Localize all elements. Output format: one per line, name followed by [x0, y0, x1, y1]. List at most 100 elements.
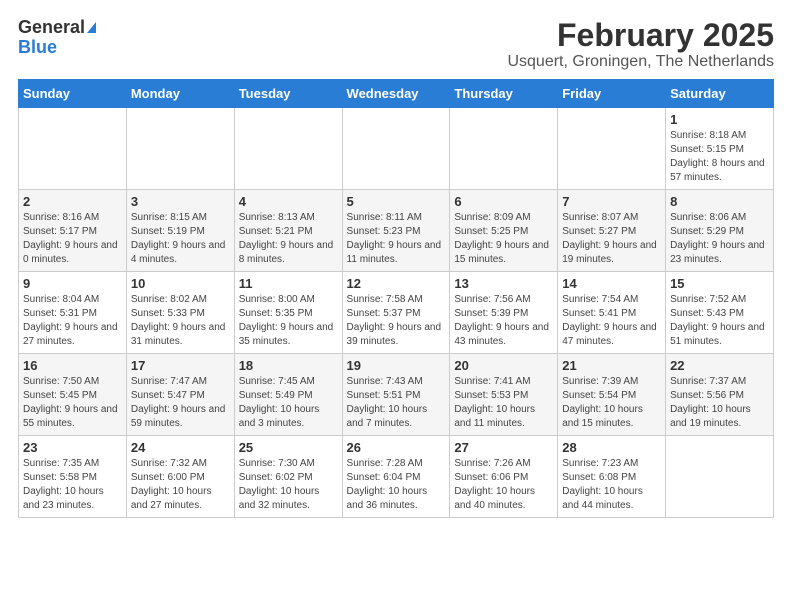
calendar-cell: 10 Sunrise: 8:02 AMSunset: 5:33 PMDayligh…: [126, 272, 234, 354]
day-number: 3: [131, 194, 230, 209]
subtitle: Usquert, Groningen, The Netherlands: [507, 53, 774, 71]
calendar-cell: 25 Sunrise: 7:30 AMSunset: 6:02 PMDayligh…: [234, 436, 342, 518]
col-tuesday: Tuesday: [234, 80, 342, 108]
day-number: 22: [670, 358, 769, 373]
header: General Blue February 2025 Usquert, Gron…: [18, 18, 774, 71]
col-sunday: Sunday: [19, 80, 127, 108]
day-info: Sunrise: 7:41 AMSunset: 5:53 PMDaylight:…: [454, 375, 553, 431]
day-info: Sunrise: 7:30 AMSunset: 6:02 PMDaylight:…: [239, 457, 338, 513]
title-block: February 2025 Usquert, Groningen, The Ne…: [507, 18, 774, 71]
calendar-week-3: 9 Sunrise: 8:04 AMSunset: 5:31 PMDaylight…: [19, 272, 774, 354]
day-number: 26: [347, 440, 446, 455]
day-info: Sunrise: 7:47 AMSunset: 5:47 PMDaylight:…: [131, 375, 230, 431]
day-number: 7: [562, 194, 661, 209]
header-row: Sunday Monday Tuesday Wednesday Thursday…: [19, 80, 774, 108]
day-info: Sunrise: 8:04 AMSunset: 5:31 PMDaylight:…: [23, 293, 122, 349]
day-info: Sunrise: 7:35 AMSunset: 5:58 PMDaylight:…: [23, 457, 122, 513]
day-number: 24: [131, 440, 230, 455]
calendar-cell: [342, 108, 450, 190]
col-saturday: Saturday: [666, 80, 774, 108]
calendar-cell: 3 Sunrise: 8:15 AMSunset: 5:19 PMDaylight…: [126, 190, 234, 272]
day-number: 4: [239, 194, 338, 209]
logo: General Blue: [18, 18, 96, 58]
col-friday: Friday: [558, 80, 666, 108]
day-info: Sunrise: 7:26 AMSunset: 6:06 PMDaylight:…: [454, 457, 553, 513]
calendar-cell: 7 Sunrise: 8:07 AMSunset: 5:27 PMDaylight…: [558, 190, 666, 272]
day-number: 9: [23, 276, 122, 291]
day-number: 2: [23, 194, 122, 209]
calendar-cell: [234, 108, 342, 190]
calendar-cell: 24 Sunrise: 7:32 AMSunset: 6:00 PMDayligh…: [126, 436, 234, 518]
calendar-cell: 17 Sunrise: 7:47 AMSunset: 5:47 PMDayligh…: [126, 354, 234, 436]
calendar-cell: [19, 108, 127, 190]
day-info: Sunrise: 8:07 AMSunset: 5:27 PMDaylight:…: [562, 211, 661, 267]
logo-blue: Blue: [18, 38, 57, 58]
day-number: 25: [239, 440, 338, 455]
col-wednesday: Wednesday: [342, 80, 450, 108]
day-number: 21: [562, 358, 661, 373]
day-info: Sunrise: 7:50 AMSunset: 5:45 PMDaylight:…: [23, 375, 122, 431]
calendar-week-5: 23 Sunrise: 7:35 AMSunset: 5:58 PMDayligh…: [19, 436, 774, 518]
calendar-cell: 4 Sunrise: 8:13 AMSunset: 5:21 PMDaylight…: [234, 190, 342, 272]
calendar-week-1: 1 Sunrise: 8:18 AMSunset: 5:15 PMDaylight…: [19, 108, 774, 190]
calendar-cell: 23 Sunrise: 7:35 AMSunset: 5:58 PMDayligh…: [19, 436, 127, 518]
day-info: Sunrise: 7:28 AMSunset: 6:04 PMDaylight:…: [347, 457, 446, 513]
day-number: 6: [454, 194, 553, 209]
day-number: 15: [670, 276, 769, 291]
day-number: 5: [347, 194, 446, 209]
calendar-cell: 22Sunrise: 7:37 AMSunset: 5:56 PMDayligh…: [666, 354, 774, 436]
calendar-cell: 28Sunrise: 7:23 AMSunset: 6:08 PMDayligh…: [558, 436, 666, 518]
day-number: 1: [670, 112, 769, 127]
calendar-cell: 27 Sunrise: 7:26 AMSunset: 6:06 PMDayligh…: [450, 436, 558, 518]
calendar-cell: 5 Sunrise: 8:11 AMSunset: 5:23 PMDaylight…: [342, 190, 450, 272]
day-number: 27: [454, 440, 553, 455]
calendar-cell: 14 Sunrise: 7:54 AMSunset: 5:41 PMDayligh…: [558, 272, 666, 354]
day-number: 16: [23, 358, 122, 373]
calendar-cell: 9 Sunrise: 8:04 AMSunset: 5:31 PMDaylight…: [19, 272, 127, 354]
day-number: 17: [131, 358, 230, 373]
calendar-week-4: 16 Sunrise: 7:50 AMSunset: 5:45 PMDayligh…: [19, 354, 774, 436]
day-number: 12: [347, 276, 446, 291]
page: General Blue February 2025 Usquert, Gron…: [0, 0, 792, 528]
day-info: Sunrise: 8:11 AMSunset: 5:23 PMDaylight:…: [347, 211, 446, 267]
day-number: 13: [454, 276, 553, 291]
calendar-cell: 1 Sunrise: 8:18 AMSunset: 5:15 PMDaylight…: [666, 108, 774, 190]
calendar-cell: [126, 108, 234, 190]
calendar-cell: [666, 436, 774, 518]
calendar-cell: 15Sunrise: 7:52 AMSunset: 5:43 PMDayligh…: [666, 272, 774, 354]
day-info: Sunrise: 7:56 AMSunset: 5:39 PMDaylight:…: [454, 293, 553, 349]
calendar-cell: 12 Sunrise: 7:58 AMSunset: 5:37 PMDayligh…: [342, 272, 450, 354]
col-thursday: Thursday: [450, 80, 558, 108]
logo-general: General: [18, 18, 85, 38]
calendar-cell: 6 Sunrise: 8:09 AMSunset: 5:25 PMDaylight…: [450, 190, 558, 272]
calendar-cell: [558, 108, 666, 190]
calendar-cell: 8 Sunrise: 8:06 AMSunset: 5:29 PMDaylight…: [666, 190, 774, 272]
calendar-cell: [450, 108, 558, 190]
day-number: 11: [239, 276, 338, 291]
day-number: 23: [23, 440, 122, 455]
col-monday: Monday: [126, 80, 234, 108]
day-number: 10: [131, 276, 230, 291]
day-info: Sunrise: 7:54 AMSunset: 5:41 PMDaylight:…: [562, 293, 661, 349]
calendar-cell: 20Sunrise: 7:41 AMSunset: 5:53 PMDayligh…: [450, 354, 558, 436]
calendar-week-2: 2Sunrise: 8:16 AMSunset: 5:17 PMDaylight…: [19, 190, 774, 272]
day-info: Sunrise: 8:09 AMSunset: 5:25 PMDaylight:…: [454, 211, 553, 267]
calendar-cell: 18Sunrise: 7:45 AMSunset: 5:49 PMDayligh…: [234, 354, 342, 436]
calendar-cell: 11 Sunrise: 8:00 AMSunset: 5:35 PMDayligh…: [234, 272, 342, 354]
logo-triangle-icon: [87, 22, 96, 33]
calendar-cell: 26 Sunrise: 7:28 AMSunset: 6:04 PMDayligh…: [342, 436, 450, 518]
day-info: Sunrise: 7:32 AMSunset: 6:00 PMDaylight:…: [131, 457, 230, 513]
day-info: Sunrise: 8:18 AMSunset: 5:15 PMDaylight:…: [670, 129, 769, 185]
calendar-cell: 13 Sunrise: 7:56 AMSunset: 5:39 PMDayligh…: [450, 272, 558, 354]
day-number: 18: [239, 358, 338, 373]
day-info: Sunrise: 8:02 AMSunset: 5:33 PMDaylight:…: [131, 293, 230, 349]
day-info: Sunrise: 8:13 AMSunset: 5:21 PMDaylight:…: [239, 211, 338, 267]
day-info: Sunrise: 8:15 AMSunset: 5:19 PMDaylight:…: [131, 211, 230, 267]
day-info: Sunrise: 7:39 AMSunset: 5:54 PMDaylight:…: [562, 375, 661, 431]
day-info: Sunrise: 8:06 AMSunset: 5:29 PMDaylight:…: [670, 211, 769, 267]
day-info: Sunrise: 7:58 AMSunset: 5:37 PMDaylight:…: [347, 293, 446, 349]
calendar-table: Sunday Monday Tuesday Wednesday Thursday…: [18, 79, 774, 518]
day-info: Sunrise: 8:00 AMSunset: 5:35 PMDaylight:…: [239, 293, 338, 349]
day-number: 14: [562, 276, 661, 291]
day-number: 8: [670, 194, 769, 209]
